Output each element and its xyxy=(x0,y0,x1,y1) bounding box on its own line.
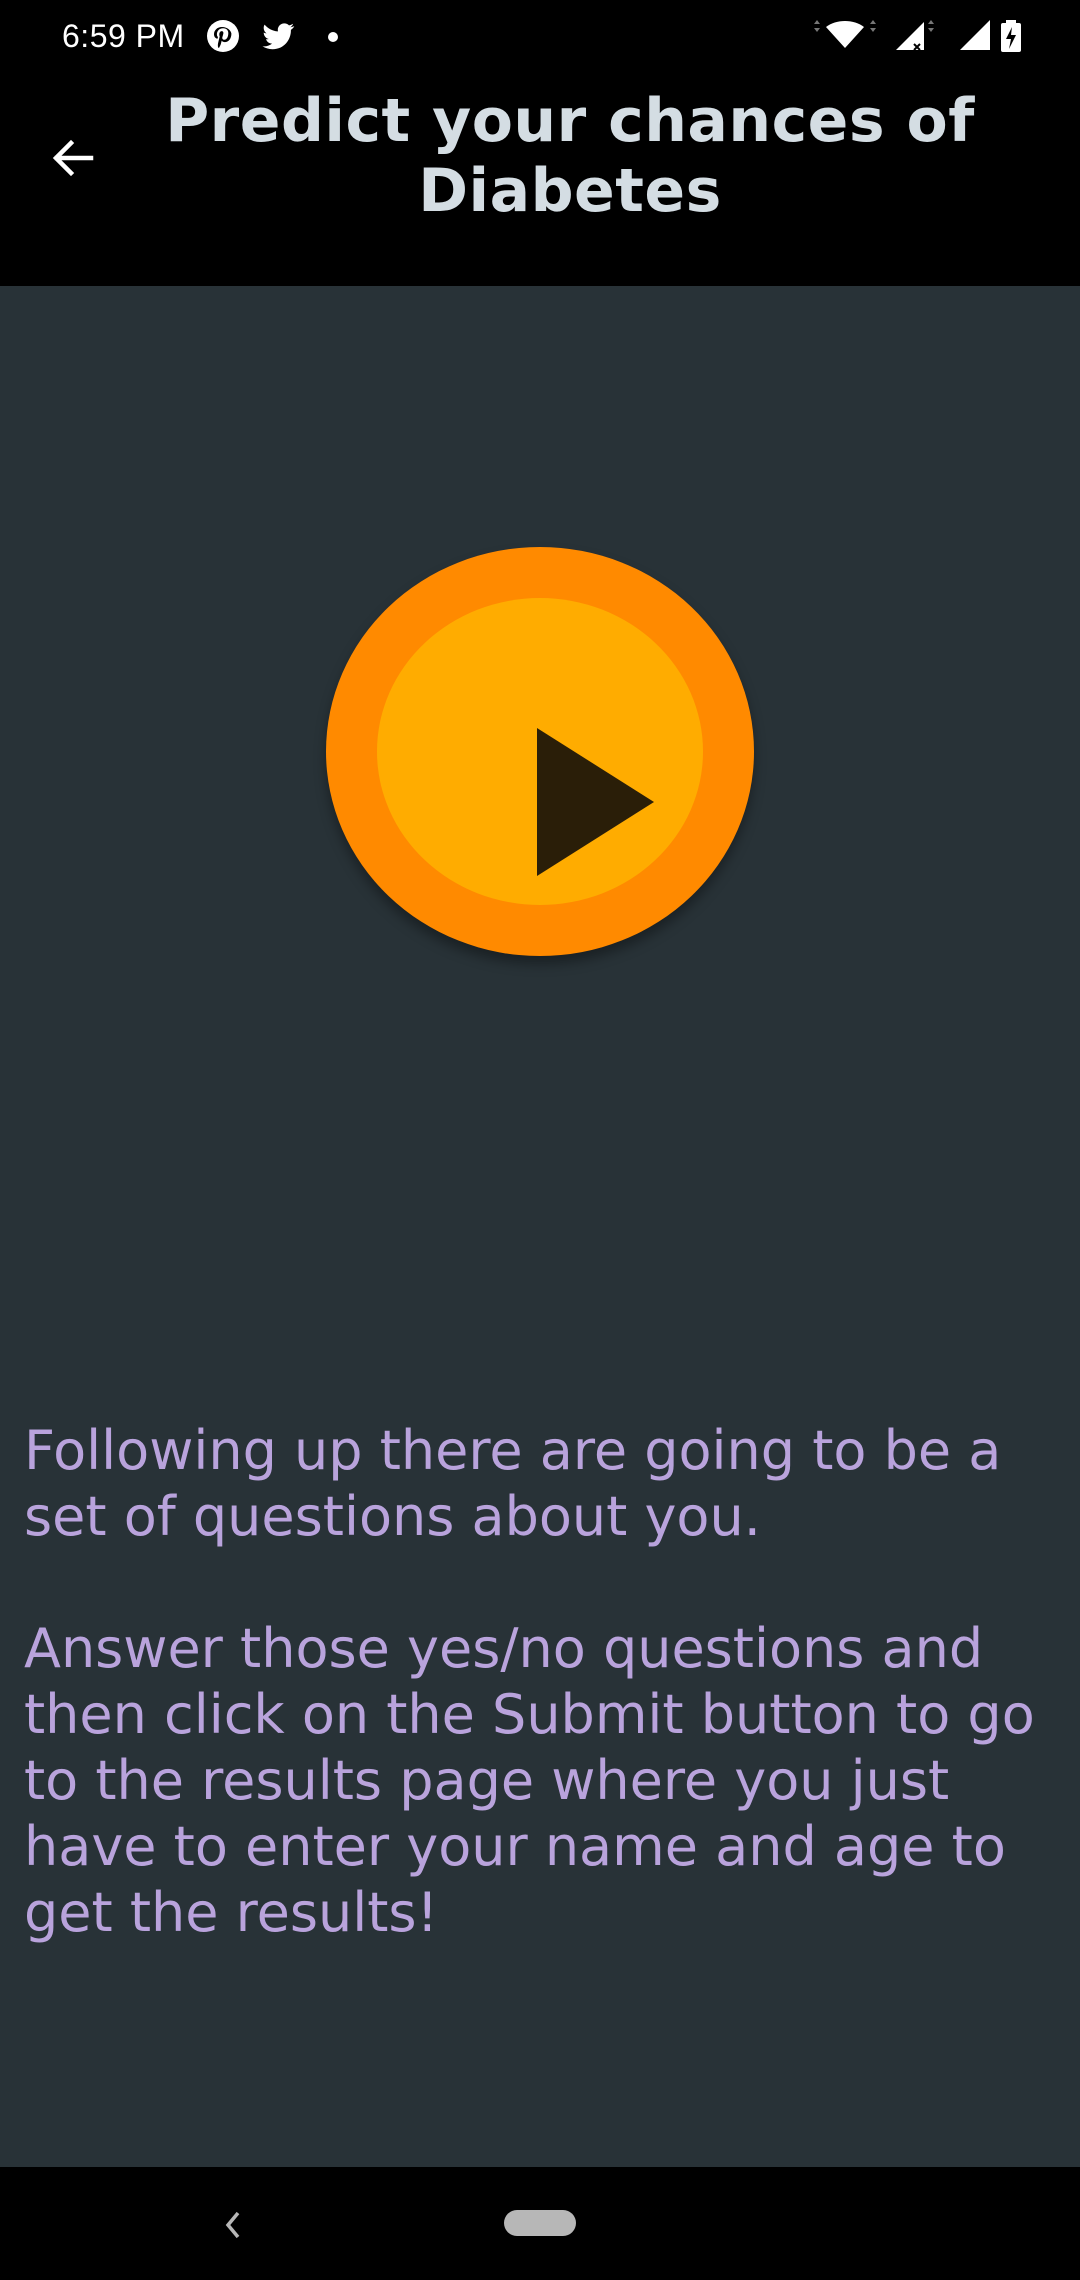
chevron-left-icon[interactable] xyxy=(218,2205,248,2245)
status-time: 6:59 PM xyxy=(62,18,185,54)
play-button[interactable] xyxy=(326,547,754,956)
play-icon xyxy=(537,728,654,876)
arrow-left-icon xyxy=(52,139,94,177)
back-button[interactable] xyxy=(36,122,108,194)
twitter-icon xyxy=(262,23,295,50)
signal-icon xyxy=(960,20,990,50)
instructions-text: Following up there are going to be a set… xyxy=(24,1418,1064,1946)
signal-icon xyxy=(896,20,934,51)
page-title: Predict your chances of Diabetes xyxy=(165,86,975,226)
battery-icon xyxy=(1001,20,1021,52)
status-bar: 6:59 PM xyxy=(0,0,1080,74)
instructions-paragraph-2: Answer those yes/no questions and then c… xyxy=(24,1617,1035,1944)
play-button-inner xyxy=(377,598,703,905)
instructions-paragraph-1: Following up there are going to be a set… xyxy=(24,1419,1002,1548)
home-pill-icon[interactable] xyxy=(504,2210,576,2236)
pinterest-icon xyxy=(207,20,239,52)
wifi-icon xyxy=(814,20,876,48)
notification-dot-icon xyxy=(328,32,338,42)
navigation-bar xyxy=(0,2167,1080,2280)
app-header: Predict your chances of Diabetes xyxy=(0,74,1080,286)
